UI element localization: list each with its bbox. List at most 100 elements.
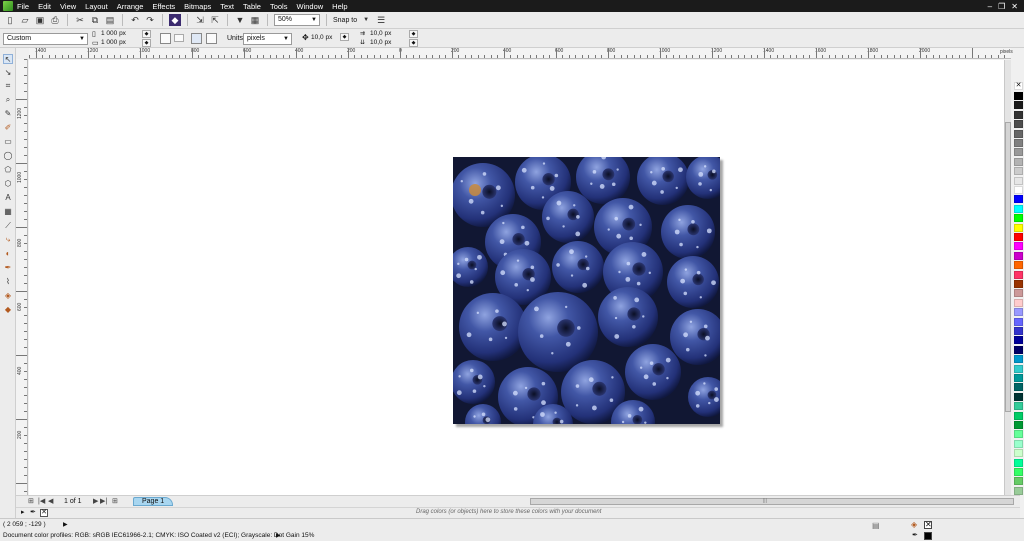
options-icon[interactable]: ☰ xyxy=(375,14,387,26)
fill-none-swatch[interactable]: ✕ xyxy=(924,521,932,529)
color-swatch[interactable] xyxy=(1014,468,1023,476)
interactive-fill-icon[interactable]: ◆ xyxy=(3,305,13,315)
portrait-icon[interactable] xyxy=(160,33,171,44)
document-palette[interactable]: ▸ ✒ ✕ Drag colors (or objects) here to s… xyxy=(16,507,1020,518)
color-swatch[interactable] xyxy=(1014,336,1023,345)
menu-edit[interactable]: Edit xyxy=(38,2,51,11)
ellipse-tool-icon[interactable]: ◯ xyxy=(3,151,13,161)
first-page-icon[interactable]: |◀ xyxy=(38,497,45,505)
color-swatch[interactable] xyxy=(1014,289,1023,298)
width-spinner[interactable]: ◆ xyxy=(142,30,151,38)
color-swatch[interactable] xyxy=(1014,392,1023,401)
color-swatch[interactable] xyxy=(1014,421,1023,429)
color-swatch[interactable] xyxy=(1014,355,1023,364)
chevron-down-icon[interactable]: ▼ xyxy=(360,14,372,26)
minimize-icon[interactable]: – xyxy=(988,2,992,11)
outline-color-swatch[interactable] xyxy=(924,532,932,540)
menu-help[interactable]: Help xyxy=(332,2,347,11)
color-swatch[interactable] xyxy=(1014,129,1023,138)
zoom-tool-icon[interactable]: ⌕ xyxy=(3,95,13,105)
print-icon[interactable]: ⎙ xyxy=(49,14,61,26)
new-document-icon[interactable]: ▯ xyxy=(4,14,16,26)
menu-file[interactable]: File xyxy=(17,2,29,11)
page-width-field[interactable]: 1 000 px xyxy=(101,30,126,38)
crop-tool-icon[interactable]: ⌗ xyxy=(3,81,13,91)
search-content-icon[interactable]: ◆ xyxy=(169,14,181,26)
menu-arrange[interactable]: Arrange xyxy=(117,2,144,11)
color-swatch[interactable] xyxy=(1014,251,1023,260)
no-color-swatch[interactable]: ✕ xyxy=(1014,82,1023,90)
color-swatch[interactable] xyxy=(1014,92,1023,100)
redo-icon[interactable]: ↷ xyxy=(144,14,156,26)
menu-bitmaps[interactable]: Bitmaps xyxy=(184,2,211,11)
dup-y-spinner[interactable]: ◆ xyxy=(409,39,418,47)
color-swatch[interactable] xyxy=(1014,270,1023,279)
color-swatch[interactable] xyxy=(1014,411,1023,420)
dimension-tool-icon[interactable]: ⟋ xyxy=(3,221,13,231)
nudge-spinner[interactable]: ◆ xyxy=(340,33,349,41)
paste-icon[interactable]: ▤ xyxy=(104,14,116,26)
rectangle-tool-icon[interactable]: ▭ xyxy=(3,137,13,147)
color-swatch[interactable] xyxy=(1014,148,1023,157)
color-swatch[interactable] xyxy=(1014,477,1023,486)
menu-layout[interactable]: Layout xyxy=(85,2,108,11)
landscape-icon[interactable] xyxy=(174,34,184,42)
snap-to-button[interactable]: Snap to xyxy=(333,17,357,24)
pick-tool-icon[interactable]: ↖ xyxy=(3,54,13,64)
palette-flyout-icon[interactable]: ▸ xyxy=(21,508,25,516)
menu-view[interactable]: View xyxy=(60,2,76,11)
copy-icon[interactable]: ⧉ xyxy=(89,14,101,26)
color-swatch[interactable] xyxy=(1014,186,1023,194)
current-page-icon[interactable] xyxy=(206,33,217,44)
no-fill-icon[interactable]: ✕ xyxy=(40,509,48,517)
color-swatch[interactable] xyxy=(1014,402,1023,411)
color-swatch[interactable] xyxy=(1014,317,1023,326)
cut-icon[interactable]: ✂ xyxy=(74,14,86,26)
vertical-ruler[interactable]: 120010008006004002000 xyxy=(16,59,28,495)
color-swatch[interactable] xyxy=(1014,298,1023,307)
prev-page-icon[interactable]: ◀ xyxy=(48,497,53,505)
menu-text[interactable]: Text xyxy=(220,2,234,11)
polygon-tool-icon[interactable]: ⬠ xyxy=(3,165,13,175)
add-page-before-icon[interactable]: ⊞ xyxy=(28,497,34,505)
application-launcher-icon[interactable]: ▼ xyxy=(234,14,246,26)
eyedropper-tool-icon[interactable]: ✒ xyxy=(3,263,13,273)
drawing-canvas[interactable] xyxy=(29,60,1004,495)
menu-effects[interactable]: Effects xyxy=(152,2,175,11)
blend-tool-icon[interactable]: ◐ xyxy=(3,249,13,259)
color-swatch[interactable] xyxy=(1014,280,1023,288)
color-swatch[interactable] xyxy=(1014,139,1023,147)
all-pages-icon[interactable] xyxy=(191,33,202,44)
color-swatch[interactable] xyxy=(1014,223,1023,232)
freehand-tool-icon[interactable]: ✎ xyxy=(3,109,13,119)
color-swatch[interactable] xyxy=(1014,157,1023,166)
color-swatch[interactable] xyxy=(1014,439,1023,448)
profiles-arrow-icon[interactable]: ▶ xyxy=(276,532,281,539)
color-swatch[interactable] xyxy=(1014,120,1023,129)
menu-table[interactable]: Table xyxy=(243,2,261,11)
color-swatch[interactable] xyxy=(1014,167,1023,176)
save-icon[interactable]: ▣ xyxy=(34,14,46,26)
blueberries-image[interactable] xyxy=(453,157,720,424)
color-swatch[interactable] xyxy=(1014,261,1023,270)
color-swatch[interactable] xyxy=(1014,364,1023,373)
eyedropper-icon[interactable]: ✒ xyxy=(30,508,36,516)
undo-icon[interactable]: ↶ xyxy=(129,14,141,26)
color-swatch[interactable] xyxy=(1014,430,1023,439)
color-swatch[interactable] xyxy=(1014,214,1023,223)
color-swatch[interactable] xyxy=(1014,486,1023,495)
color-swatch[interactable] xyxy=(1014,345,1023,354)
color-swatch[interactable] xyxy=(1014,327,1023,335)
text-tool-icon[interactable]: A xyxy=(3,193,13,203)
menu-window[interactable]: Window xyxy=(296,2,323,11)
page-tab[interactable]: Page 1 xyxy=(133,497,174,506)
color-swatch[interactable] xyxy=(1014,110,1023,119)
table-tool-icon[interactable]: ▦ xyxy=(3,207,13,217)
export-icon[interactable]: ⇱ xyxy=(209,14,221,26)
color-swatch[interactable] xyxy=(1014,449,1023,458)
color-swatch[interactable] xyxy=(1014,176,1023,185)
import-icon[interactable]: ⇲ xyxy=(194,14,206,26)
color-swatch[interactable] xyxy=(1014,242,1023,251)
vertical-scroll-thumb[interactable] xyxy=(1005,122,1011,412)
add-page-after-icon[interactable]: ⊞ xyxy=(112,497,118,505)
